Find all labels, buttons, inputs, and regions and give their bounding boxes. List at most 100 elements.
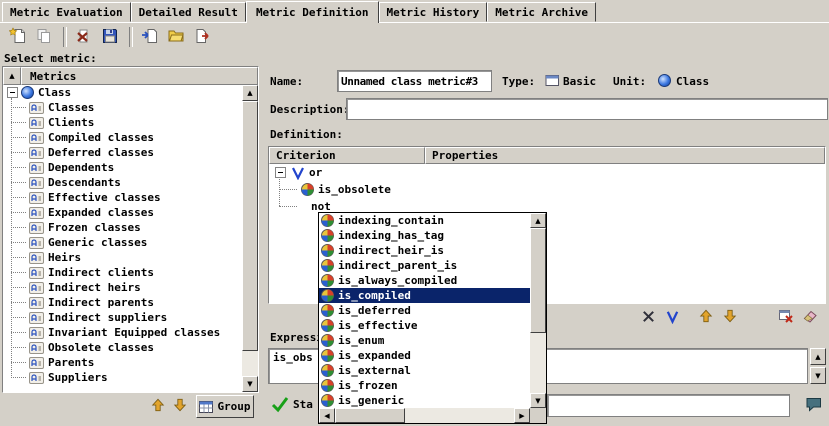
scroll-down-button[interactable]: ▼	[242, 376, 258, 392]
tree-item[interactable]: Obsolete classes	[3, 340, 242, 355]
metric-icon	[29, 237, 44, 249]
status-label: Sta	[293, 398, 313, 411]
scrollbar-thumb[interactable]	[530, 228, 546, 333]
tree-item[interactable]: Indirect parents	[3, 295, 242, 310]
scroll-left-button[interactable]: ◀	[319, 408, 335, 423]
tree-item[interactable]: Clients	[3, 115, 242, 130]
scroll-up-button[interactable]: ▲	[810, 348, 826, 365]
tree-item[interactable]: Heirs	[3, 250, 242, 265]
name-input[interactable]	[337, 70, 492, 92]
expression-scrollbar[interactable]: ▲ ▼	[810, 348, 826, 384]
tree-item[interactable]: Classes	[3, 100, 242, 115]
import-metrics-button[interactable]	[138, 25, 162, 49]
class-unit-icon	[658, 74, 671, 87]
scroll-left-icon: ◀	[324, 412, 329, 420]
or-criterion-button[interactable]	[662, 307, 682, 325]
collapse-icon[interactable]	[7, 87, 18, 98]
scroll-right-button[interactable]: ▶	[514, 408, 530, 423]
criterion-value-input[interactable]	[547, 394, 790, 417]
scroll-down-button[interactable]: ▼	[530, 393, 546, 408]
dropdown-item[interactable]: is_external	[319, 363, 530, 378]
tab[interactable]: Metric History	[379, 2, 488, 22]
criterion-icon	[321, 364, 334, 377]
tree-item[interactable]: Invariant Equipped classes	[3, 325, 242, 340]
comment-icon[interactable]	[805, 395, 823, 413]
group-button-label: Group	[217, 400, 250, 413]
tree-item[interactable]: Indirect suppliers	[3, 310, 242, 325]
group-button[interactable]: Group	[196, 395, 254, 418]
criterion-icon	[321, 349, 334, 362]
metric-icon	[29, 192, 44, 204]
metric-list-scrollbar[interactable]: ▲ ▼	[242, 85, 258, 392]
move-criterion-down-button[interactable]	[720, 307, 740, 325]
dropdown-item[interactable]: is_expanded	[319, 348, 530, 363]
criterion-column-header[interactable]: Criterion	[269, 147, 425, 164]
tree-item[interactable]: Suppliers	[3, 370, 242, 385]
scrollbar-thumb[interactable]	[335, 408, 405, 423]
dropdown-item[interactable]: is_effective	[319, 318, 530, 333]
tab[interactable]: Metric Archive	[487, 2, 596, 22]
tree-item[interactable]: Generic classes	[3, 235, 242, 250]
type-label: Type:	[502, 75, 535, 88]
criterion-row-label: is_obsolete	[318, 183, 391, 196]
dropdown-item[interactable]: indirect_heir_is	[319, 243, 530, 258]
tree-item-class-root[interactable]: Class	[3, 85, 242, 100]
scroll-up-button[interactable]: ▲	[242, 85, 258, 101]
tree-item[interactable]: Parents	[3, 355, 242, 370]
dropdown-item[interactable]: indexing_has_tag	[319, 228, 530, 243]
criterion-row-is-obsolete[interactable]: is_obsolete	[269, 181, 825, 198]
tree-item[interactable]: Descendants	[3, 175, 242, 190]
tab[interactable]: Metric Definition	[246, 1, 379, 23]
scroll-up-button[interactable]: ▲	[530, 213, 546, 228]
dropdown-item[interactable]: is_frozen	[319, 378, 530, 393]
tree-item[interactable]: Expanded classes	[3, 205, 242, 220]
criterion-row-or[interactable]: or	[269, 164, 825, 181]
move-down-icon	[173, 398, 187, 412]
properties-column-header[interactable]: Properties	[425, 147, 825, 164]
scroll-down-button[interactable]: ▼	[810, 367, 826, 384]
dropdown-item[interactable]: is_compiled	[319, 288, 530, 303]
dropdown-item[interactable]: indirect_parent_is	[319, 258, 530, 273]
dropdown-item[interactable]: indexing_contain	[319, 213, 530, 228]
sort-button[interactable]: ▲	[3, 67, 21, 85]
dropdown-item[interactable]: is_generic	[319, 393, 530, 408]
export-metrics-button[interactable]	[190, 25, 214, 49]
scrollbar-thumb[interactable]	[242, 101, 258, 351]
tree-item-label: Indirect clients	[48, 266, 154, 279]
dropdown-item[interactable]: is_always_compiled	[319, 273, 530, 288]
move-metric-up-button[interactable]	[148, 396, 168, 414]
tree-item-label: Expanded classes	[48, 206, 154, 219]
metric-icon	[29, 342, 44, 354]
and-criterion-button[interactable]	[638, 307, 658, 325]
tree-item[interactable]: Compiled classes	[3, 130, 242, 145]
tab[interactable]: Metric Evaluation	[2, 2, 131, 22]
dropdown-vertical-scrollbar[interactable]: ▲ ▼	[530, 213, 546, 408]
tab[interactable]: Detailed Result	[131, 2, 246, 22]
select-metric-label: Select metric:	[4, 52, 97, 65]
metric-icon	[29, 267, 44, 279]
metric-tool-window: Metric Evaluation Detailed Result Metric…	[0, 0, 829, 426]
save-metric-button[interactable]	[98, 25, 122, 49]
group-icon	[199, 401, 213, 413]
tree-item[interactable]: Indirect heirs	[3, 280, 242, 295]
dropdown-item[interactable]: is_enum	[319, 333, 530, 348]
new-metric-button[interactable]	[6, 25, 30, 49]
collapse-icon[interactable]	[275, 167, 286, 178]
tree-item[interactable]: Effective classes	[3, 190, 242, 205]
dropdown-item[interactable]: is_deferred	[319, 303, 530, 318]
description-input[interactable]	[346, 98, 828, 120]
dropdown-horizontal-scrollbar[interactable]: ◀ ▶	[319, 408, 530, 423]
tree-item[interactable]: Dependents	[3, 160, 242, 175]
metrics-column-header[interactable]: Metrics	[21, 67, 258, 85]
delete-metric-button[interactable]	[72, 25, 96, 49]
tree-item[interactable]: Indirect clients	[3, 265, 242, 280]
move-criterion-up-button[interactable]	[696, 307, 716, 325]
remove-criterion-button[interactable]	[776, 307, 796, 325]
tree-item[interactable]: Frozen classes	[3, 220, 242, 235]
erase-button[interactable]	[800, 307, 820, 325]
open-metrics-button[interactable]	[164, 25, 188, 49]
copy-metric-button[interactable]	[32, 25, 56, 49]
or-criterion-icon	[665, 309, 680, 324]
move-metric-down-button[interactable]	[170, 396, 190, 414]
tree-item[interactable]: Deferred classes	[3, 145, 242, 160]
